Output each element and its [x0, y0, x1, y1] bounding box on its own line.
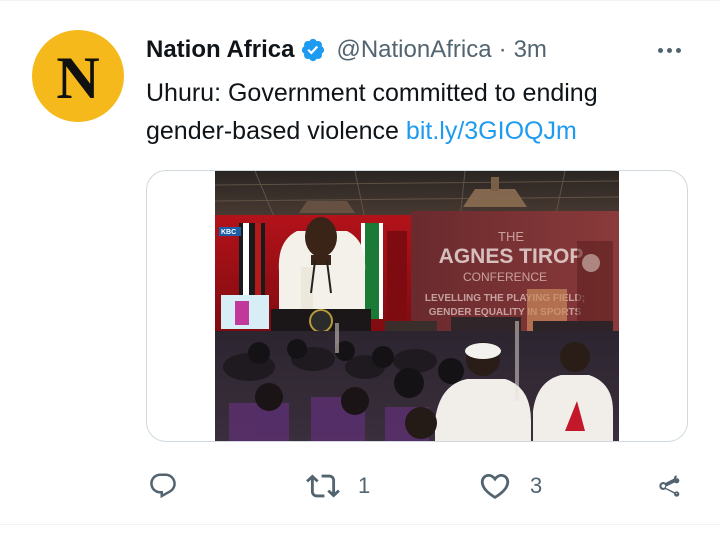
tweet-text: Uhuru: Government committed to ending ge… [146, 74, 686, 150]
retweet-icon [306, 469, 340, 503]
tv-channel-logo: KBC [221, 229, 236, 236]
media-card[interactable]: KBC THE AGNES TIROP CONFERENCE LEVELLING… [146, 170, 688, 442]
more-options-icon[interactable] [652, 36, 686, 64]
verified-badge-icon [300, 37, 326, 63]
share-button[interactable] [654, 464, 686, 508]
bottom-divider [0, 524, 720, 525]
tweet-header: Nation Africa @NationAfrica · 3m [146, 32, 547, 68]
separator-dot: · [498, 36, 507, 63]
avatar[interactable]: N [32, 30, 124, 122]
tweet[interactable]: N Nation Africa @NationAfrica · 3m Uhuru… [0, 0, 720, 524]
like-button[interactable]: 3 [478, 464, 542, 508]
retweet-count: 1 [358, 473, 371, 498]
avatar-logo-letter: N [56, 45, 100, 111]
screen-text-3: CONFERENCE [463, 270, 547, 284]
share-icon [654, 470, 686, 502]
tweet-link[interactable]: bit.ly/3GIOQJm [406, 117, 577, 145]
tweet-timestamp[interactable]: 3m [514, 36, 547, 64]
screen-text-1: THE [498, 229, 524, 244]
heart-icon [478, 469, 512, 503]
retweet-button[interactable]: 1 [306, 464, 370, 508]
author-name[interactable]: Nation Africa [146, 36, 294, 64]
screen-text-2: AGNES TIROP [439, 245, 584, 268]
reply-icon [148, 471, 178, 501]
author-handle[interactable]: @NationAfrica [336, 36, 491, 64]
reply-button[interactable] [148, 464, 178, 508]
like-count: 3 [530, 473, 543, 498]
action-bar: 1 3 [0, 464, 720, 508]
tweet-photo[interactable]: KBC THE AGNES TIROP CONFERENCE LEVELLING… [215, 171, 619, 441]
